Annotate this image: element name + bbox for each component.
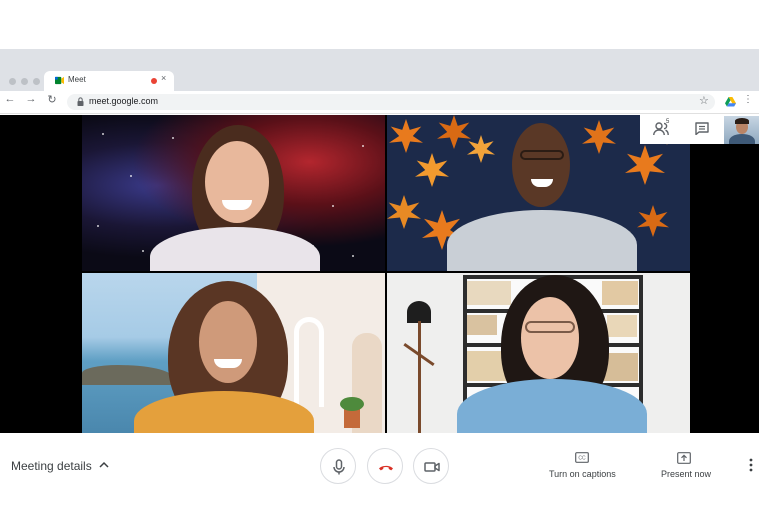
self-view-thumbnail[interactable] bbox=[724, 116, 759, 144]
screen: Meet × ← → ↻ meet.google.com ☆ ⋮ 5 Meeti… bbox=[0, 0, 759, 508]
closed-captions-icon[interactable]: CC bbox=[575, 452, 589, 463]
address-bar[interactable] bbox=[67, 94, 715, 110]
window-minimize-dot[interactable] bbox=[21, 78, 28, 85]
present-now-button[interactable]: Present now bbox=[661, 469, 711, 479]
video-camera-icon bbox=[424, 462, 440, 472]
back-arrow-icon[interactable]: ← bbox=[3, 93, 17, 105]
camera-button[interactable] bbox=[413, 448, 449, 484]
browser-menu-icon[interactable]: ⋮ bbox=[743, 94, 753, 105]
tab-close-icon[interactable]: × bbox=[161, 73, 166, 83]
google-drive-icon[interactable] bbox=[725, 97, 736, 107]
microphone-icon bbox=[333, 459, 345, 475]
chat-icon[interactable] bbox=[695, 122, 709, 135]
reload-icon[interactable]: ↻ bbox=[45, 93, 59, 106]
participant-tile-3[interactable] bbox=[82, 273, 385, 433]
participant-tile-4[interactable] bbox=[387, 273, 690, 433]
forward-arrow-icon[interactable]: → bbox=[24, 93, 38, 105]
tab-title: Meet bbox=[68, 75, 86, 84]
svg-text:CC: CC bbox=[578, 456, 586, 462]
recording-indicator-icon bbox=[151, 78, 157, 84]
url-text[interactable]: meet.google.com bbox=[89, 96, 158, 106]
more-options-icon[interactable] bbox=[749, 458, 753, 472]
bookmark-star-icon[interactable]: ☆ bbox=[699, 94, 709, 107]
present-screen-icon[interactable] bbox=[677, 452, 691, 464]
window-close-dot[interactable] bbox=[9, 78, 16, 85]
meet-favicon-icon bbox=[55, 76, 64, 85]
meeting-details-label[interactable]: Meeting details bbox=[11, 459, 92, 473]
end-call-button[interactable] bbox=[367, 448, 403, 484]
participant-tile-1[interactable] bbox=[82, 115, 385, 271]
turn-on-captions-button[interactable]: Turn on captions bbox=[549, 469, 616, 479]
chevron-up-icon[interactable] bbox=[99, 461, 109, 468]
lock-icon bbox=[77, 97, 84, 106]
microphone-button[interactable] bbox=[320, 448, 356, 484]
participant-count: 5 bbox=[666, 119, 670, 125]
window-maximize-dot[interactable] bbox=[33, 78, 40, 85]
hang-up-phone-icon bbox=[379, 465, 393, 471]
